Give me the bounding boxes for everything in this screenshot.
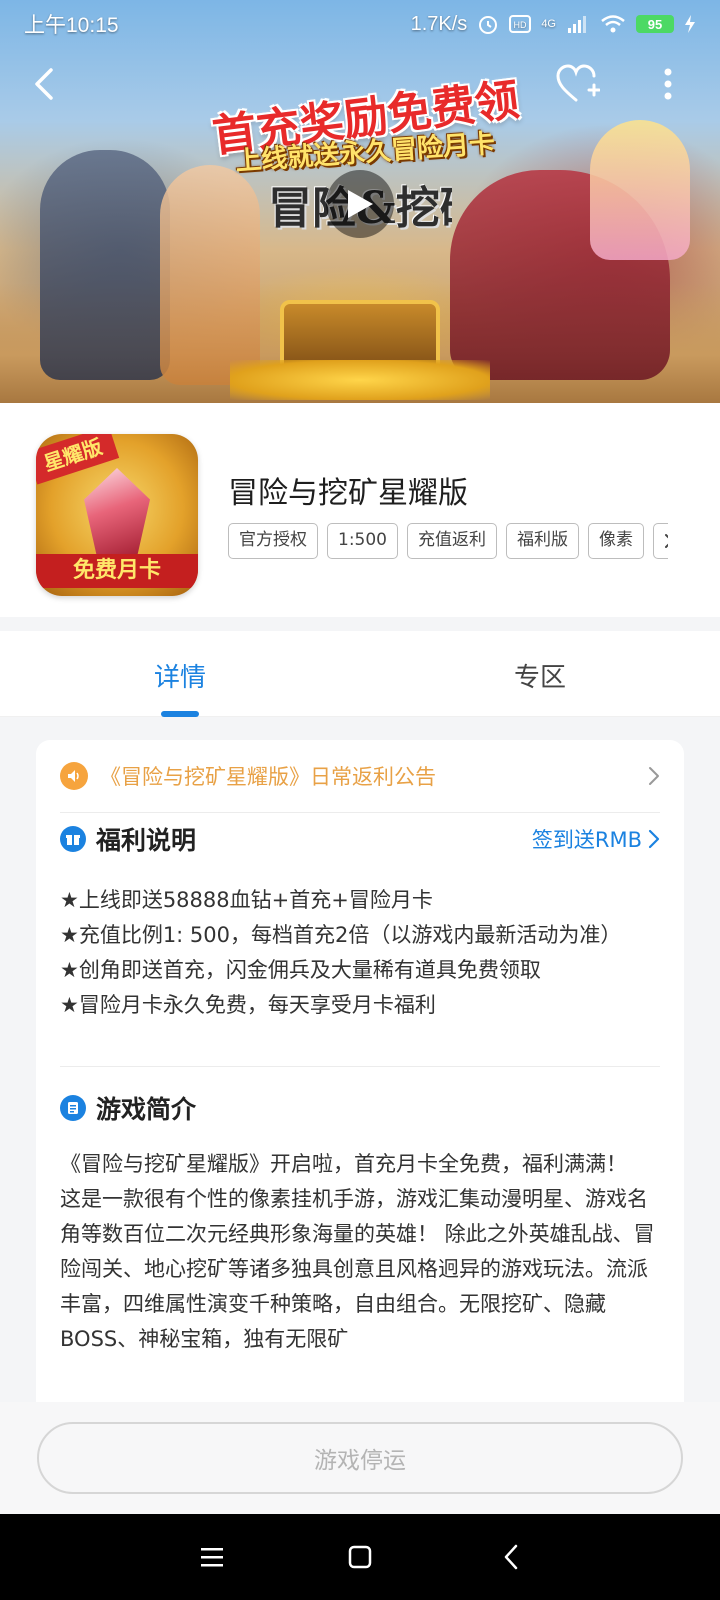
tab-zone[interactable]: 专区 bbox=[440, 631, 640, 717]
status-bar: 上午10:15 1.7K/s HD 4G 95 bbox=[0, 0, 720, 48]
charging-icon bbox=[685, 15, 695, 33]
tag-item[interactable]: 1:500 bbox=[327, 523, 398, 559]
more-options-button[interactable] bbox=[644, 60, 692, 108]
network-type: 4G bbox=[541, 17, 556, 30]
back-arrow-icon bbox=[504, 1544, 518, 1570]
banner-gold-coins bbox=[230, 360, 490, 400]
banner-fairy bbox=[590, 120, 690, 260]
favorite-button[interactable] bbox=[554, 60, 602, 108]
chevron-left-icon bbox=[35, 68, 53, 100]
system-back-button[interactable] bbox=[486, 1532, 536, 1582]
home-button[interactable] bbox=[335, 1532, 385, 1582]
announcement-row[interactable]: 《冒险与挖矿星耀版》日常返利公告 bbox=[36, 740, 684, 812]
chevron-right-icon bbox=[648, 829, 660, 849]
tag-item[interactable]: 福利版 bbox=[506, 523, 579, 559]
gem-graphic bbox=[84, 468, 150, 558]
signal-icon bbox=[568, 16, 586, 33]
recent-apps-button[interactable] bbox=[187, 1532, 237, 1582]
active-tab-indicator bbox=[161, 711, 199, 717]
game-stopped-button[interactable]: 游戏停运 bbox=[37, 1422, 683, 1494]
svg-text:HD: HD bbox=[514, 20, 527, 30]
tag-item[interactable]: 充值返利 bbox=[407, 523, 497, 559]
network-speed: 1.7K/s bbox=[410, 12, 468, 35]
chevron-right-icon bbox=[665, 534, 668, 548]
intro-title: 游戏简介 bbox=[96, 1095, 197, 1124]
tab-details[interactable]: 详情 bbox=[80, 631, 280, 717]
checkin-rmb-link[interactable]: 签到送RMB bbox=[532, 824, 660, 854]
benefits-title: 福利说明 bbox=[96, 826, 197, 855]
intro-header: 游戏简介 bbox=[60, 1088, 660, 1128]
video-play-button[interactable] bbox=[326, 170, 394, 238]
intro-paragraph: 这是一款很有个性的像素挂机手游，游戏汇集动漫明星、游戏名角等数百位二次元经典形象… bbox=[60, 1187, 655, 1351]
app-icon-edition-badge: 星耀版 bbox=[36, 434, 120, 485]
intro-paragraph: 《冒险与挖矿星耀版》开启啦，首充月卡全免费，福利满满！ bbox=[60, 1152, 627, 1176]
banner-hero-left bbox=[40, 150, 170, 380]
banner-hero-middle bbox=[160, 165, 260, 385]
tab-bar: 详情 专区 bbox=[0, 631, 720, 717]
bottom-action-bar: 游戏停运 bbox=[0, 1402, 720, 1514]
gift-icon bbox=[60, 826, 86, 852]
benefit-item: ★冒险月卡永久免费，每天享受月卡福利 bbox=[60, 993, 436, 1017]
more-vertical-icon bbox=[664, 68, 672, 100]
intro-body: 《冒险与挖矿星耀版》开启啦，首充月卡全免费，福利满满！ 这是一款很有个性的像素挂… bbox=[60, 1147, 660, 1357]
tags-more-button[interactable] bbox=[653, 523, 668, 559]
heart-add-icon bbox=[556, 64, 600, 102]
benefit-list: ★上线即送58888血钻+首充+冒险月卡 ★充值比例1: 500，每档首充2倍（… bbox=[60, 883, 660, 1023]
tag-list: 官方授权 1:500 充值返利 福利版 像素 bbox=[228, 523, 668, 559]
app-title: 冒险与挖矿星耀版 bbox=[228, 476, 468, 511]
menu-icon bbox=[201, 1548, 223, 1567]
home-square-icon bbox=[348, 1545, 372, 1569]
wifi-icon bbox=[601, 15, 625, 33]
hd-icon: HD bbox=[509, 15, 532, 33]
benefit-item: ★充值比例1: 500，每档首充2倍（以游戏内最新活动为准） bbox=[60, 923, 622, 947]
app-icon-free-card-badge: 免费月卡 bbox=[36, 554, 198, 588]
announcement-text: 《冒险与挖矿星耀版》日常返利公告 bbox=[100, 765, 436, 789]
benefits-header: 福利说明 签到送RMB bbox=[60, 819, 660, 859]
tag-item[interactable]: 像素 bbox=[588, 523, 644, 559]
app-header: 星耀版 免费月卡 冒险与挖矿星耀版 官方授权 1:500 充值返利 福利版 像素 bbox=[0, 403, 720, 617]
system-navigation-bar bbox=[0, 1514, 720, 1600]
checkin-rmb-label: 签到送RMB bbox=[531, 828, 642, 852]
game-banner[interactable]: 首充奖励免费领 上线就送永久冒险月卡 冒险&挖矿 bbox=[0, 0, 720, 403]
battery-indicator: 95 bbox=[636, 15, 674, 33]
app-icon: 星耀版 免费月卡 bbox=[36, 434, 198, 596]
tag-item[interactable]: 官方授权 bbox=[228, 523, 318, 559]
back-button[interactable] bbox=[20, 60, 68, 108]
details-card: 《冒险与挖矿星耀版》日常返利公告 福利说明 签到送RMB ★上线即送58888血… bbox=[36, 740, 684, 1440]
benefit-item: ★上线即送58888血钻+首充+冒险月卡 bbox=[60, 888, 433, 912]
document-icon bbox=[60, 1095, 86, 1121]
benefit-item: ★创角即送首充，闪金佣兵及大量稀有道具免费领取 bbox=[60, 958, 541, 982]
status-time: 上午10:15 bbox=[24, 14, 119, 37]
speaker-icon bbox=[60, 762, 88, 790]
chevron-right-icon bbox=[649, 767, 659, 785]
divider bbox=[60, 1066, 660, 1067]
alarm-icon bbox=[479, 16, 498, 34]
divider bbox=[60, 812, 660, 813]
play-icon bbox=[348, 190, 373, 218]
